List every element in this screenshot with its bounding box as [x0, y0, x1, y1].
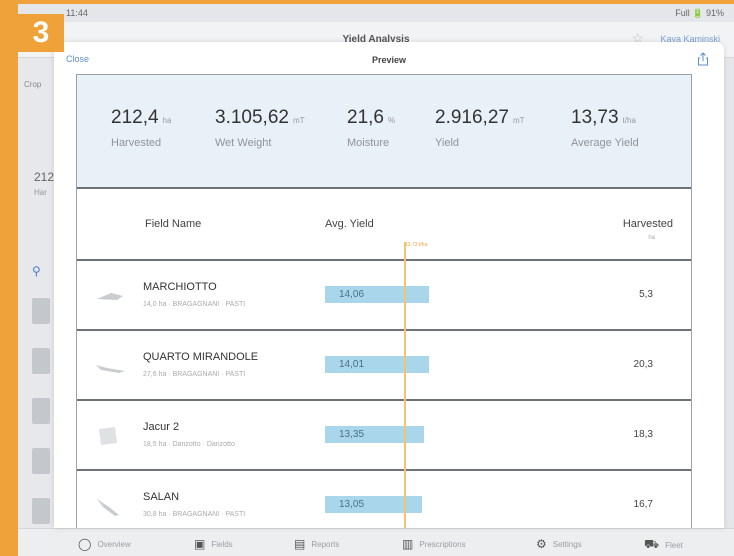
background-left-panel: Crop 212 Har ⚲: [18, 58, 54, 528]
metric-yield: 2.916,27 mT Yield: [435, 107, 525, 149]
step-badge: 3: [18, 14, 64, 52]
tab-fleet[interactable]: ⛟ Fleet: [644, 537, 683, 553]
report-document: 212,4 ha Harvested 3.105,62 mT Wet Weight …: [76, 74, 692, 528]
field-name: SALAN: [143, 491, 180, 503]
metric-label: Moisture: [347, 137, 390, 149]
field-thumbnail[interactable]: [32, 298, 50, 324]
yield-value: 14,06: [339, 289, 365, 300]
field-rows: MARCHIOTTO 14,0 ha · BRAGAGNANI · PASTI …: [77, 261, 691, 528]
field-thumbnail[interactable]: [32, 448, 50, 474]
metric-value: 212,4: [111, 107, 159, 128]
field-thumbnail[interactable]: [32, 398, 50, 424]
field-name: MARCHIOTTO: [143, 281, 217, 293]
settings-icon: ⚙: [536, 537, 547, 551]
yield-value: 14,01: [339, 359, 365, 370]
background-left-value: 212: [34, 170, 55, 184]
metric-label: Wet Weight: [215, 137, 272, 149]
metric-unit: %: [387, 116, 396, 125]
report-icon: ▤: [294, 537, 306, 551]
metric-unit: t/ha: [622, 116, 636, 125]
field-shape-icon: [97, 499, 119, 516]
field-thumbnail[interactable]: [32, 348, 50, 374]
field-shape-icon: [96, 365, 125, 373]
metric-harvested: 212,4 ha Harvested: [111, 107, 171, 149]
share-icon[interactable]: [696, 52, 710, 66]
column-harvested: Harvested: [622, 218, 673, 230]
table-header: Field Name Avg. Yield 13,73 t/ha Harvest…: [77, 191, 691, 261]
tab-fields[interactable]: ▣ Fields: [194, 537, 233, 551]
ipad-screen: 11:44 Full 🔋 91% Yield Analysis ☆ Kaya K…: [18, 4, 734, 556]
yield-value: 13,05: [339, 499, 365, 510]
harvested-value: 18,3: [633, 429, 653, 440]
metric-wet-weight: 3.105,62 mT Wet Weight: [215, 107, 305, 149]
field-details: 27,6 ha · BRAGAGNANI · PASTI: [143, 371, 246, 378]
background-left-sub: Har: [34, 188, 47, 197]
metric-average-yield: 13,73 t/ha Average Yield: [571, 107, 639, 149]
field-details: 30,8 ha · BRAGAGNANI · PASTI: [143, 511, 246, 518]
tab-label: Settings: [552, 539, 582, 549]
circle-icon: ◯: [78, 537, 92, 551]
metric-label: Yield: [435, 137, 460, 149]
background-tab-bar: ◯ Overview ▣ Fields ▤ Reports ▥ Prescrip…: [18, 528, 734, 556]
metric-value: 2.916,27: [435, 107, 509, 128]
summary-panel: 212,4 ha Harvested 3.105,62 mT Wet Weight …: [77, 75, 691, 189]
metric-label: Average Yield: [571, 137, 639, 149]
column-field-name: Field Name: [145, 218, 202, 230]
search-icon[interactable]: ⚲: [32, 264, 41, 278]
preview-modal: Close Preview 212,4 ha Harvested 3.105,62…: [54, 42, 724, 528]
modal-title: Preview: [371, 55, 407, 65]
metric-unit: ha: [162, 116, 172, 125]
field-details: 18,5 ha · Danzotto · Danzotto: [143, 441, 235, 448]
yield-value: 13,35: [339, 429, 365, 440]
tab-label: Prescriptions: [419, 539, 466, 549]
field-details: 14,0 ha · BRAGAGNANI · PASTI: [143, 301, 246, 308]
harvested-value: 5,3: [639, 289, 653, 300]
field-icon: ▣: [194, 537, 206, 551]
modal-topbar: Close Preview: [54, 42, 724, 74]
tractor-icon: ⛟: [644, 537, 660, 551]
table-row: QUARTO MIRANDOLE 27,6 ha · BRAGAGNANI · …: [77, 331, 691, 401]
table-row: MARCHIOTTO 14,0 ha · BRAGAGNANI · PASTI …: [77, 261, 691, 331]
field-name: Jacur 2: [143, 421, 180, 433]
field-thumbnail[interactable]: [32, 498, 50, 524]
table-row: Jacur 2 18,5 ha · Danzotto · Danzotto 13…: [77, 401, 691, 471]
metric-value: 21,6: [347, 107, 384, 128]
harvested-value: 16,7: [633, 499, 653, 510]
tab-label: Fleet: [665, 540, 683, 550]
background-left-tab[interactable]: Crop: [24, 80, 41, 89]
recommendation-icon: ▥: [402, 537, 414, 551]
status-bar: 11:44 Full 🔋 91%: [18, 4, 734, 22]
harvested-value: 20,3: [633, 359, 653, 370]
tab-prescriptions[interactable]: ▥ Prescriptions: [402, 537, 466, 551]
table-row: SALAN 30,8 ha · BRAGAGNANI · PASTI 13,05…: [77, 471, 691, 528]
field-shape-icon: [99, 427, 117, 445]
field-name: QUARTO MIRANDOLE: [143, 351, 259, 363]
field-shape-icon: [97, 293, 123, 300]
metric-value: 3.105,62: [215, 107, 289, 128]
tab-overview[interactable]: ◯ Overview: [78, 537, 131, 551]
metric-unit: mT: [512, 116, 525, 125]
column-harvested-unit: ha: [648, 235, 655, 241]
metric-value: 13,73: [571, 107, 619, 128]
tab-reports[interactable]: ▤ Reports: [294, 537, 339, 551]
metric-label: Harvested: [111, 137, 162, 149]
average-yield-line: [404, 242, 406, 528]
metric-unit: mT: [292, 116, 305, 125]
metric-moisture: 21,6% Moisture: [347, 107, 395, 149]
status-signal: Full 🔋 91%: [675, 8, 724, 18]
tab-settings[interactable]: ⚙ Settings: [536, 537, 582, 551]
column-avg-yield: Avg. Yield: [325, 218, 374, 230]
average-yield-marker: 13,73 t/ha: [405, 242, 428, 248]
tab-label: Reports: [311, 539, 340, 549]
tab-label: Overview: [97, 539, 131, 549]
tab-label: Fields: [211, 539, 233, 549]
status-time: 11:44: [66, 8, 88, 18]
